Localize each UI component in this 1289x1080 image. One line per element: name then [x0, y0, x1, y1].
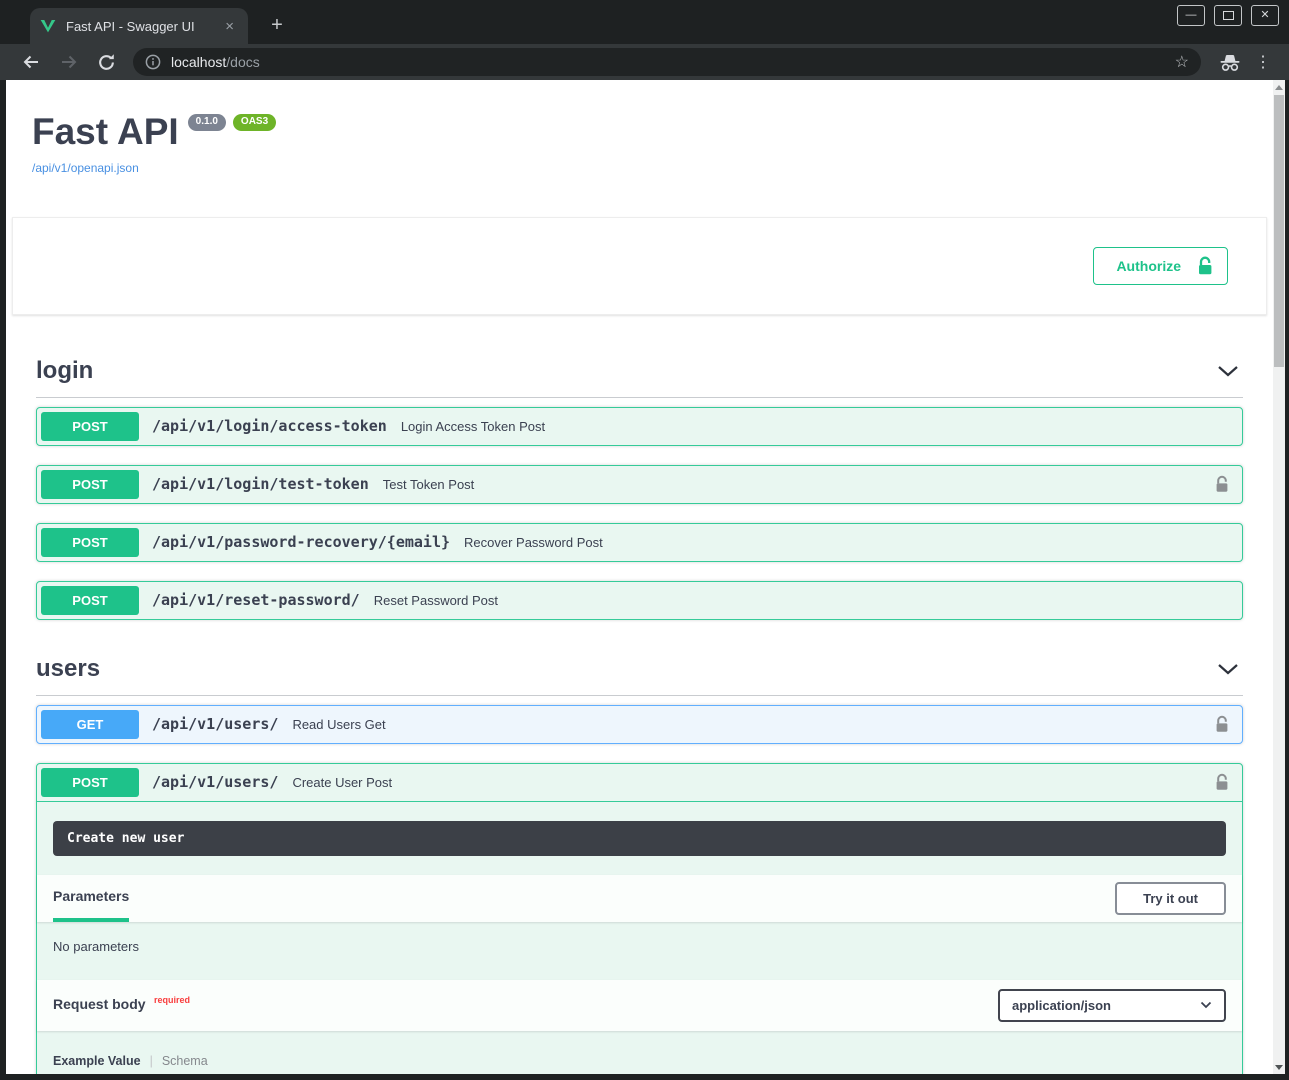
media-type-select[interactable]: application/json	[998, 989, 1226, 1022]
section-title: login	[36, 357, 93, 385]
page-content: Fast API 0.1.0 OAS3 /api/v1/openapi.json…	[6, 80, 1273, 1074]
parameters-tab: Parameters	[53, 875, 129, 922]
op-description: Create new user	[53, 821, 1226, 856]
menu-icon[interactable]: ⋮	[1255, 52, 1271, 72]
op-path: /api/v1/reset-password/	[152, 591, 360, 609]
lock-icon[interactable]	[1215, 773, 1229, 791]
minimize-button[interactable]: —	[1177, 5, 1205, 26]
browser-chrome: Fast API - Swagger UI × + — ✕ localhost/…	[0, 0, 1289, 80]
op-path: /api/v1/users/	[152, 773, 278, 791]
page-scrollbar[interactable]	[1273, 80, 1285, 1074]
page-title: Fast API	[32, 112, 179, 153]
bookmark-icon[interactable]: ☆	[1175, 52, 1189, 72]
tab-example-value[interactable]: Example Value	[53, 1054, 141, 1068]
no-parameters-text: No parameters	[37, 922, 1242, 980]
back-button[interactable]	[21, 52, 41, 72]
chevron-down-icon[interactable]	[1217, 365, 1239, 377]
scrollbar-thumb[interactable]	[1274, 95, 1284, 367]
op-path: /api/v1/login/test-token	[152, 475, 369, 493]
op-login-access-token[interactable]: POST /api/v1/login/access-token Login Ac…	[36, 407, 1243, 446]
example-area: Example Value | Schema {	[37, 1031, 1242, 1074]
chevron-down-icon[interactable]	[1217, 663, 1239, 675]
op-summary: Recover Password Post	[464, 535, 603, 550]
tab-schema[interactable]: Schema	[162, 1054, 208, 1068]
tab-divider: |	[150, 1054, 153, 1068]
reload-button[interactable]	[97, 53, 116, 72]
op-path: /api/v1/login/access-token	[152, 417, 387, 435]
section-users-header[interactable]: users	[36, 639, 1243, 696]
op-summary: Test Token Post	[383, 477, 475, 492]
section-login: login POST /api/v1/login/access-token Lo…	[6, 341, 1273, 620]
method-badge: POST	[41, 412, 139, 441]
try-it-out-button[interactable]: Try it out	[1115, 882, 1226, 915]
method-badge: POST	[41, 586, 139, 615]
close-button[interactable]: ✕	[1251, 5, 1279, 26]
op-reset-password[interactable]: POST /api/v1/reset-password/ Reset Passw…	[36, 581, 1243, 620]
chevron-down-icon	[1200, 1001, 1212, 1009]
op-create-user-summary[interactable]: POST /api/v1/users/ Create User Post	[37, 764, 1242, 802]
triangle-down-icon	[1275, 1065, 1283, 1070]
op-create-user-expanded: POST /api/v1/users/ Create User Post Cre…	[36, 763, 1243, 1074]
favicon-v-icon	[40, 19, 56, 33]
new-tab-button[interactable]: +	[264, 12, 290, 38]
method-badge: POST	[41, 528, 139, 557]
method-badge: POST	[41, 470, 139, 499]
site-info-icon[interactable]	[145, 54, 161, 70]
oas3-badge: OAS3	[233, 114, 276, 131]
authorize-label: Authorize	[1116, 258, 1181, 274]
version-badge: 0.1.0	[188, 114, 226, 131]
section-title: users	[36, 655, 100, 683]
scrollbar-up-button[interactable]	[1273, 80, 1285, 94]
address-bar[interactable]: localhost/docs ☆	[133, 48, 1201, 76]
section-users: users GET /api/v1/users/ Read Users Get …	[6, 639, 1273, 1074]
method-badge: POST	[41, 768, 139, 797]
browser-tab[interactable]: Fast API - Swagger UI ×	[30, 8, 248, 44]
parameters-header: Parameters Try it out	[37, 875, 1242, 922]
window-controls: — ✕	[1177, 5, 1279, 26]
section-login-header[interactable]: login	[36, 341, 1243, 398]
url-text[interactable]: localhost/docs	[171, 54, 260, 70]
op-path: /api/v1/users/	[152, 715, 278, 733]
op-summary: Read Users Get	[292, 717, 385, 732]
media-type-value: application/json	[1012, 998, 1111, 1013]
op-summary: Reset Password Post	[374, 593, 498, 608]
forward-button[interactable]	[59, 52, 79, 72]
op-summary: Login Access Token Post	[401, 419, 545, 434]
scrollbar-down-button[interactable]	[1273, 1060, 1285, 1074]
op-login-test-token[interactable]: POST /api/v1/login/test-token Test Token…	[36, 465, 1243, 504]
tab-title: Fast API - Swagger UI	[66, 19, 219, 34]
api-info: Fast API 0.1.0 OAS3 /api/v1/openapi.json	[6, 80, 1273, 177]
unlock-icon	[1197, 256, 1213, 276]
required-flag: required	[154, 995, 190, 1005]
browser-toolbar: localhost/docs ☆ ⋮	[0, 44, 1289, 80]
maximize-button[interactable]	[1214, 5, 1242, 26]
method-badge: GET	[41, 710, 139, 739]
lock-icon[interactable]	[1215, 715, 1229, 733]
tab-close-icon[interactable]: ×	[219, 18, 240, 35]
scheme-container: Authorize	[12, 217, 1267, 315]
triangle-up-icon	[1275, 85, 1283, 90]
op-body: Create new user Parameters Try it out No…	[37, 821, 1242, 1074]
op-summary: Create User Post	[292, 775, 392, 790]
op-password-recovery[interactable]: POST /api/v1/password-recovery/{email} R…	[36, 523, 1243, 562]
op-read-users[interactable]: GET /api/v1/users/ Read Users Get	[36, 705, 1243, 744]
incognito-icon	[1219, 53, 1241, 72]
lock-icon[interactable]	[1215, 475, 1229, 493]
request-body-label: Request body	[53, 996, 146, 1012]
op-path: /api/v1/password-recovery/{email}	[152, 533, 450, 551]
maximize-icon	[1223, 11, 1234, 20]
openapi-spec-link[interactable]: /api/v1/openapi.json	[32, 161, 139, 175]
request-body-header: Request body required application/json	[37, 980, 1242, 1031]
swagger-page: Fast API 0.1.0 OAS3 /api/v1/openapi.json…	[6, 80, 1285, 1074]
authorize-button[interactable]: Authorize	[1093, 247, 1228, 285]
